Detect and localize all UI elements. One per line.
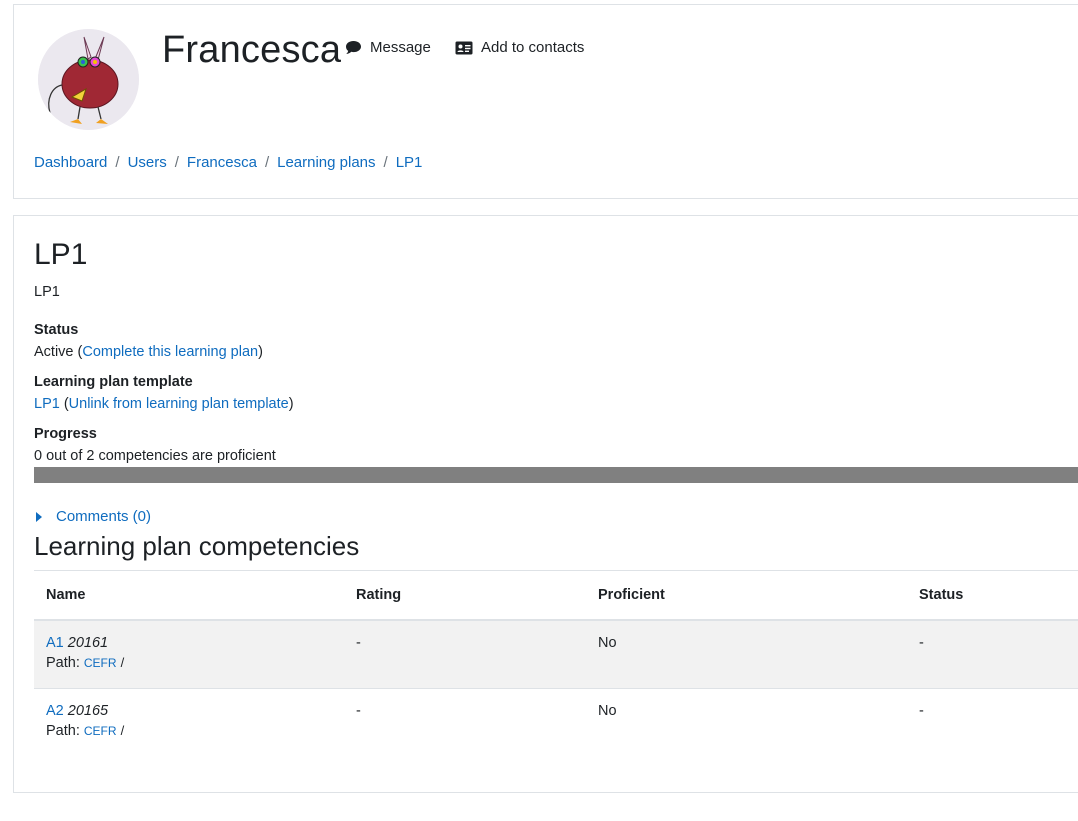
template-value: LP1 (Unlink from learning plan template) <box>34 396 294 412</box>
status-cell: - <box>907 619 1078 689</box>
status-text: Active <box>34 344 74 360</box>
main-content: LP1 LP1 Status Active (Complete this lea… <box>13 215 1078 793</box>
table-row: A1 20161 Path: CEFR / - No - <box>34 619 1078 689</box>
column-header-proficient: Proficient <box>586 570 907 621</box>
address-card-icon <box>455 41 473 54</box>
breadcrumb-current-plan[interactable]: LP1 <box>396 154 423 171</box>
competencies-table: Name Rating Proficient Status A1 20161 P… <box>34 570 1078 758</box>
speech-bubble-icon <box>346 41 361 54</box>
progress-text: 0 out of 2 competencies are proficient <box>34 448 276 464</box>
add-to-contacts-button[interactable]: Add to contacts <box>455 39 584 56</box>
proficient-cell: No <box>586 619 907 689</box>
breadcrumb-separator: / <box>174 154 179 171</box>
competency-idnumber: 20165 <box>67 703 109 719</box>
framework-link[interactable]: CEFR <box>84 656 117 670</box>
breadcrumb-separator: / <box>115 154 120 171</box>
status-cell: - <box>907 688 1078 758</box>
breadcrumb-users[interactable]: Users <box>128 154 167 171</box>
breadcrumb-user[interactable]: Francesca <box>187 154 257 171</box>
competency-link[interactable]: A1 <box>46 635 64 651</box>
competency-idnumber: 20161 <box>67 634 109 651</box>
page-header: Francesca Message Add to contacts Dashbo… <box>13 4 1078 199</box>
caret-right-icon <box>36 511 42 522</box>
unlink-template-link[interactable]: Unlink from learning plan template <box>69 396 289 412</box>
competency-path: Path: CEFR / <box>46 655 332 671</box>
path-label: Path: <box>46 723 80 739</box>
path-label: Path: <box>46 654 80 671</box>
column-header-rating: Rating <box>344 570 586 621</box>
competencies-heading: Learning plan competencies <box>34 531 360 561</box>
breadcrumb-separator: / <box>264 154 270 171</box>
proficient-cell: No <box>586 688 907 758</box>
status-value: Active (Complete this learning plan) <box>34 344 263 360</box>
breadcrumb-dashboard[interactable]: Dashboard <box>34 154 107 171</box>
column-header-status: Status <box>907 570 1078 621</box>
status-label: Status <box>34 322 79 338</box>
template-link[interactable]: LP1 <box>34 396 60 412</box>
competency-path: Path: CEFR / <box>46 723 332 739</box>
breadcrumb-separator: / <box>383 154 388 171</box>
breadcrumb: Dashboard / Users / Francesca / Learning… <box>34 154 422 171</box>
avatar-image <box>38 29 139 130</box>
progress-label: Progress <box>34 426 97 442</box>
plan-description: LP1 <box>34 284 60 300</box>
progress-bar <box>34 467 1078 483</box>
add-to-contacts-label: Add to contacts <box>481 39 585 56</box>
complete-plan-link[interactable]: Complete this learning plan <box>82 344 258 360</box>
path-separator: / <box>120 723 125 738</box>
framework-link[interactable]: CEFR <box>84 724 117 738</box>
competency-name-cell: A1 20161 Path: CEFR / <box>34 619 344 689</box>
rating-cell: - <box>344 619 586 689</box>
plan-title: LP1 <box>34 238 88 271</box>
path-separator: / <box>120 654 125 670</box>
table-header-row: Name Rating Proficient Status <box>34 570 1078 621</box>
user-full-name: Francesca <box>162 29 342 71</box>
template-label: Learning plan template <box>34 374 193 390</box>
rating-cell: - <box>344 688 586 758</box>
comments-link[interactable]: Comments (0) <box>56 508 151 525</box>
table-row: A2 20165 Path: CEFR / - No - <box>34 688 1078 758</box>
breadcrumb-learning-plans[interactable]: Learning plans <box>277 154 375 171</box>
column-header-name: Name <box>34 570 344 621</box>
comments-toggle[interactable]: Comments (0) <box>36 508 151 525</box>
message-label: Message <box>370 39 431 56</box>
competency-name-cell: A2 20165 Path: CEFR / <box>34 688 344 758</box>
message-button[interactable]: Message <box>345 39 431 56</box>
avatar[interactable] <box>38 29 139 130</box>
competency-link[interactable]: A2 <box>46 703 64 719</box>
